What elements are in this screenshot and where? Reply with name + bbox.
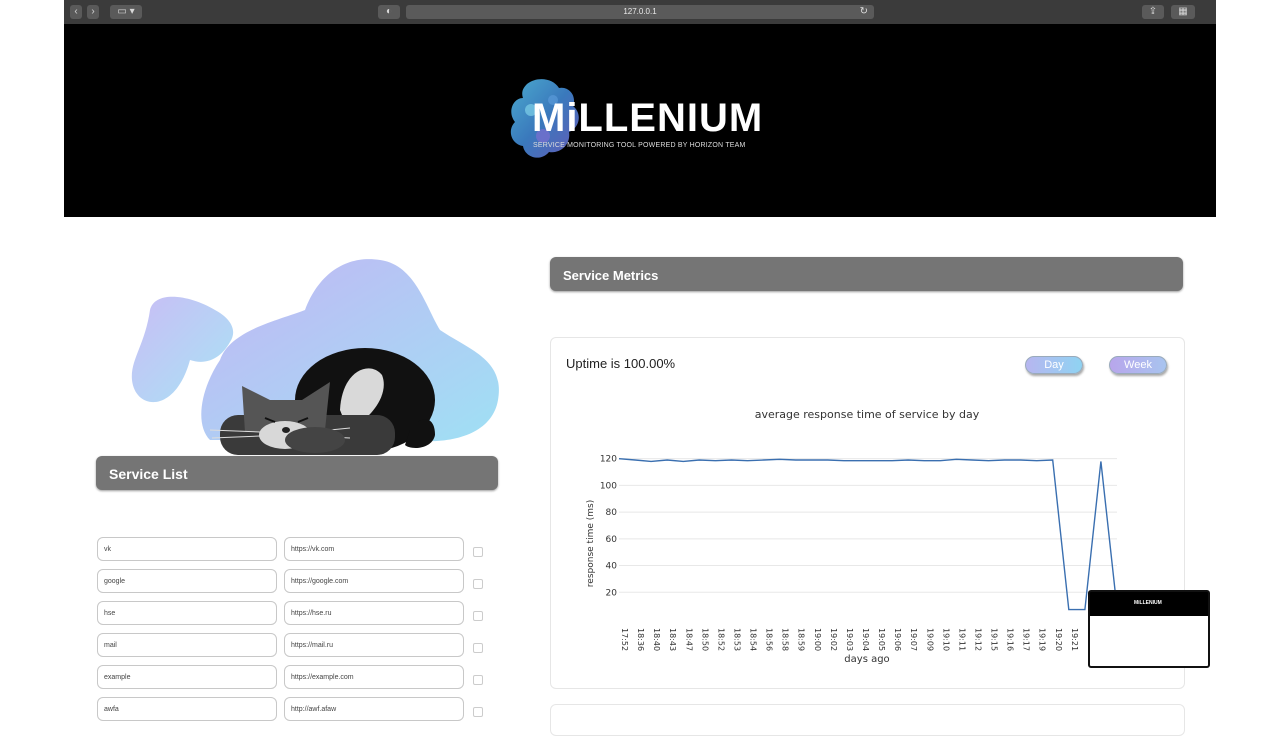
url-text: 127.0.0.1 — [623, 7, 657, 16]
secondary-card — [550, 704, 1185, 736]
x-tick-label: 19:00 — [813, 628, 822, 651]
share-icon[interactable]: ⇪ — [1142, 5, 1164, 19]
y-tick-label: 60 — [606, 535, 618, 545]
x-tick-label: 18:40 — [652, 628, 661, 651]
x-tick-label: 18:43 — [668, 628, 677, 651]
thumbnail-preview — [1090, 616, 1208, 666]
y-tick-label: 20 — [606, 588, 618, 598]
service-checkbox[interactable] — [473, 675, 483, 685]
service-url-input[interactable]: https://vk.com — [284, 537, 464, 561]
x-tick-label: 18:36 — [636, 628, 645, 651]
reload-icon[interactable]: ↻ — [860, 5, 868, 19]
service-checkbox[interactable] — [473, 643, 483, 653]
x-tick-label: 19:09 — [925, 628, 934, 651]
site-header: MiLLENIUM SERVICE MONITORING TOOL POWERE… — [64, 24, 1216, 217]
service-row: awfa http://awf.afaw — [97, 697, 497, 723]
forward-icon[interactable]: › — [87, 5, 99, 19]
x-tick-label: 19:16 — [1006, 628, 1015, 651]
x-tick-label: 19:11 — [957, 628, 966, 651]
service-url-input[interactable]: https://google.com — [284, 569, 464, 593]
chart-xlabel: days ago — [844, 654, 889, 665]
service-url-input[interactable]: https://hse.ru — [284, 601, 464, 625]
x-tick-label: 19:04 — [861, 628, 870, 651]
x-tick-label: 18:50 — [700, 628, 709, 651]
address-bar[interactable]: 127.0.0.1 ↻ — [406, 5, 874, 19]
service-checkbox[interactable] — [473, 707, 483, 717]
service-checkbox[interactable] — [473, 611, 483, 621]
screenshot-thumbnail[interactable]: MiLLENIUM — [1088, 590, 1210, 668]
x-tick-label: 17:52 — [620, 628, 629, 651]
x-tick-label: 19:20 — [1054, 628, 1063, 651]
x-tick-label: 19:05 — [877, 628, 886, 651]
x-tick-label: 18:59 — [797, 628, 806, 651]
service-checkbox[interactable] — [473, 579, 483, 589]
privacy-shield-icon[interactable]: ◐ — [378, 5, 400, 19]
browser-toolbar: ‹ › ▭ ▾ ◐ 127.0.0.1 ↻ ⇪ ▦ — [64, 0, 1216, 24]
x-tick-label: 19:02 — [829, 628, 838, 651]
sidebar-toggle-icon[interactable]: ▭ ▾ — [110, 5, 142, 19]
service-metrics-header: Service Metrics — [550, 257, 1183, 291]
service-row: vk https://vk.com — [97, 537, 497, 563]
x-tick-label: 19:07 — [909, 628, 918, 651]
service-row: hse https://hse.ru — [97, 601, 497, 627]
service-list-header: Service List — [96, 456, 498, 490]
y-tick-label: 40 — [606, 562, 618, 572]
x-tick-label: 18:56 — [765, 628, 774, 651]
service-url-input[interactable]: https://example.com — [284, 665, 464, 689]
site-subtitle: SERVICE MONITORING TOOL POWERED BY HORIZ… — [533, 142, 746, 149]
service-checkbox[interactable] — [473, 547, 483, 557]
service-name-input[interactable]: awfa — [97, 697, 277, 721]
x-tick-label: 18:58 — [781, 628, 790, 651]
service-row: google https://google.com — [97, 569, 497, 595]
sleeping-cat-illustration — [131, 259, 499, 455]
service-list-title: Service List — [109, 466, 188, 482]
x-tick-label: 19:03 — [845, 628, 854, 651]
x-tick-label: 18:54 — [749, 628, 758, 651]
service-row: mail https://mail.ru — [97, 633, 497, 659]
series-line — [618, 458, 1118, 611]
x-tick-label: 18:47 — [684, 628, 693, 651]
back-icon[interactable]: ‹ — [70, 5, 82, 19]
site-title: MiLLENIUM — [532, 96, 764, 140]
y-tick-label: 80 — [606, 508, 618, 518]
y-tick-label: 100 — [600, 481, 617, 491]
x-tick-label: 19:19 — [1038, 628, 1047, 651]
x-tick-label: 19:21 — [1070, 628, 1079, 651]
service-row: example https://example.com — [97, 665, 497, 691]
chart-title: average response time of service by day — [755, 408, 980, 421]
x-tick-label: 18:52 — [716, 628, 725, 651]
y-tick-label: 120 — [600, 455, 617, 465]
x-tick-label: 19:15 — [990, 628, 999, 651]
service-url-input[interactable]: https://mail.ru — [284, 633, 464, 657]
x-tick-label: 19:06 — [893, 628, 902, 651]
thumbnail-title: MiLLENIUM — [1134, 600, 1162, 606]
service-name-input[interactable]: google — [97, 569, 277, 593]
service-name-input[interactable]: example — [97, 665, 277, 689]
x-tick-label: 18:53 — [732, 628, 741, 651]
service-url-input[interactable]: http://awf.afaw — [284, 697, 464, 721]
service-name-input[interactable]: hse — [97, 601, 277, 625]
x-tick-label: 19:17 — [1022, 628, 1031, 651]
tabs-overview-icon[interactable]: ▦ — [1171, 5, 1195, 19]
x-tick-label: 19:10 — [941, 628, 950, 651]
service-name-input[interactable]: mail — [97, 633, 277, 657]
service-name-input[interactable]: vk — [97, 537, 277, 561]
service-metrics-title: Service Metrics — [563, 268, 659, 283]
x-tick-label: 19:12 — [973, 628, 982, 651]
chart-ylabel: response time (ms) — [586, 500, 596, 587]
